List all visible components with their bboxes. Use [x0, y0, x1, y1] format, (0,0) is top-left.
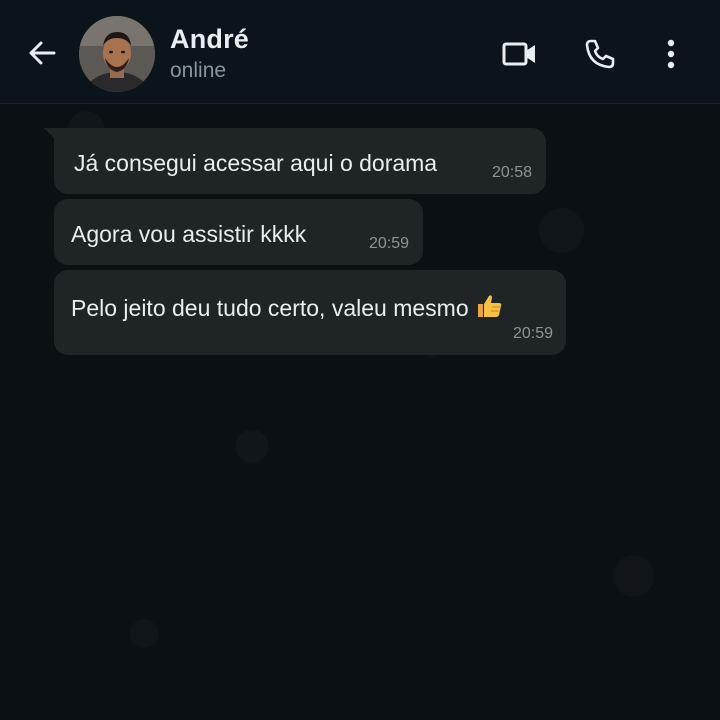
message-time: 20:59 — [513, 325, 554, 342]
phone-icon — [585, 39, 615, 69]
thumbs-up-icon — [477, 295, 501, 317]
message-text-wrap: Pelo jeito deu tudo certo, valeu mesmo — [71, 292, 503, 322]
more-vertical-icon — [667, 39, 675, 69]
video-call-icon — [502, 42, 535, 66]
voice-call-button[interactable] — [580, 34, 620, 74]
message-text: Agora vou assistir kkkk — [71, 221, 307, 247]
message-text: Já consegui acessar aqui o dorama — [74, 150, 438, 176]
back-arrow-icon — [29, 41, 56, 65]
chat-screen: André online Já consegui acessar aqui o … — [0, 0, 720, 720]
more-options-button[interactable] — [651, 34, 691, 74]
message-time: 20:58 — [492, 164, 533, 181]
contact-name[interactable]: André — [170, 24, 249, 55]
avatar-photo-icon — [79, 16, 155, 92]
avatar[interactable] — [79, 16, 155, 92]
back-button[interactable] — [22, 33, 62, 73]
message-time: 20:59 — [369, 235, 410, 252]
chat-header: André online — [0, 0, 720, 104]
message-bubble[interactable]: Agora vou assistir kkkk 20:59 — [54, 199, 423, 265]
message-bubble[interactable]: Já consegui acessar aqui o dorama 20:58 — [54, 128, 546, 194]
contact-status: online — [170, 59, 227, 82]
video-call-button[interactable] — [500, 34, 540, 74]
message-text: Pelo jeito deu tudo certo, valeu mesmo — [71, 295, 469, 321]
message-bubble[interactable]: Pelo jeito deu tudo certo, valeu mesmo 2… — [54, 270, 566, 355]
